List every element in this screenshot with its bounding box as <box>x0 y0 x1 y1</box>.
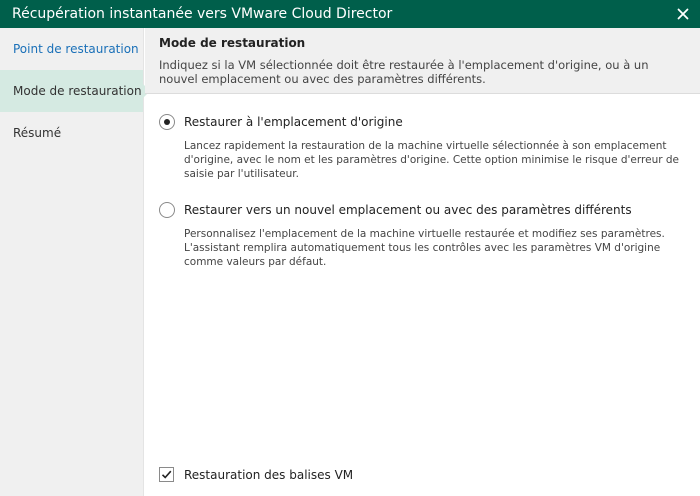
option-label[interactable]: Restaurer à l'emplacement d'origine <box>184 114 403 130</box>
radio-new-location[interactable] <box>159 202 175 218</box>
restore-tags-label[interactable]: Restauration des balises VM <box>184 467 353 483</box>
option-description: Lancez rapidement la restauration de la … <box>184 140 680 180</box>
window-title: Récupération instantanée vers VMware Clo… <box>12 6 393 22</box>
step-title: Mode de restauration <box>159 36 306 50</box>
sidebar-item-label: Point de restauration <box>13 42 139 56</box>
close-icon[interactable] <box>672 3 694 25</box>
sidebar-item-restore-point[interactable]: Point de restauration <box>0 28 143 70</box>
option-description: Personnalisez l'emplacement de la machin… <box>184 228 665 268</box>
option-label[interactable]: Restaurer vers un nouvel emplacement ou … <box>184 202 632 218</box>
sidebar-item-restore-mode[interactable]: Mode de restauration <box>0 70 150 112</box>
step-description: Indiquez si la VM sélectionnée doit être… <box>159 58 649 86</box>
wizard-sidebar: Point de restauration Mode de restaurati… <box>0 28 150 496</box>
title-bar: Récupération instantanée vers VMware Clo… <box>0 0 700 28</box>
radio-original-location[interactable] <box>159 114 175 130</box>
restore-tags-checkbox[interactable] <box>159 467 174 482</box>
sidebar-item-label: Mode de restauration <box>13 84 142 98</box>
checkmark-icon <box>161 470 172 479</box>
step-header: Mode de restauration Indiquez si la VM s… <box>145 28 700 94</box>
sidebar-item-label: Résumé <box>13 126 62 140</box>
sidebar-item-summary[interactable]: Résumé <box>0 112 143 154</box>
